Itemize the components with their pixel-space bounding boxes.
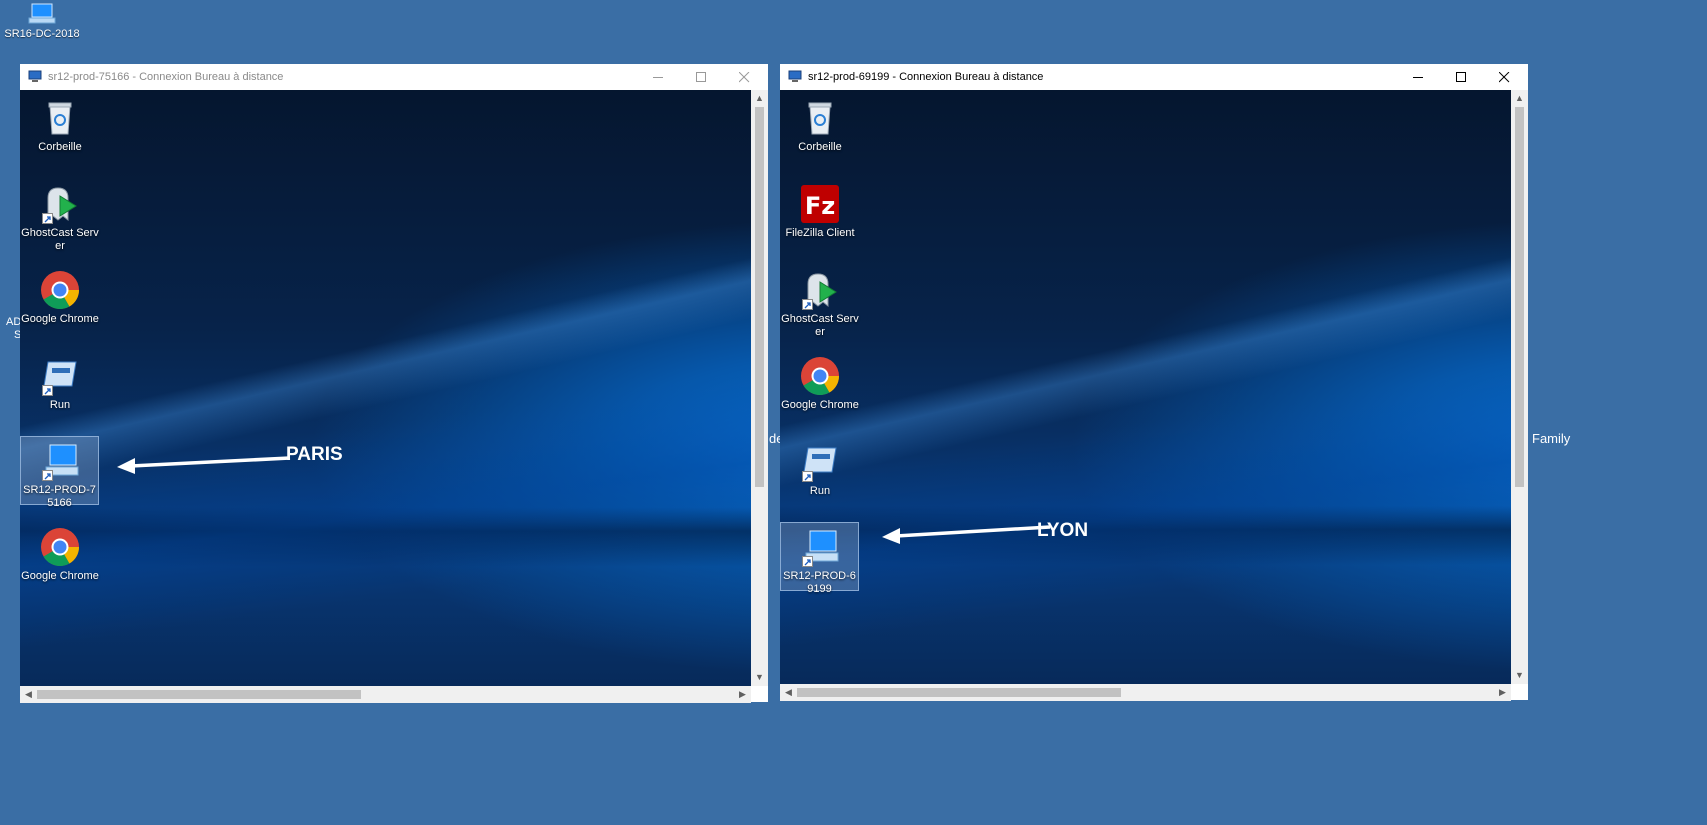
window-titlebar[interactable]: sr12-prod-69199 - Connexion Bureau à dis… bbox=[780, 64, 1528, 90]
vertical-scrollbar[interactable]: ▲ ▼ bbox=[1511, 90, 1528, 684]
desktop-icon-label: SR12-PROD-75166 bbox=[23, 484, 96, 509]
desktop-icon-label: Corbeille bbox=[38, 141, 82, 153]
desktop-icon-label: Corbeille bbox=[798, 141, 842, 153]
scroll-left-icon[interactable]: ◀ bbox=[20, 686, 37, 703]
desktop-icon-google-chrome[interactable]: Google Chrome bbox=[20, 270, 100, 326]
desktop-icon-label: Run bbox=[809, 485, 831, 497]
desktop-icon-label: GhostCast Server bbox=[21, 227, 99, 252]
desktop-icon-label: Google Chrome bbox=[21, 570, 99, 582]
rdp-window-sr12-prod-75166[interactable]: sr12-prod-75166 - Connexion Bureau à dis… bbox=[20, 64, 768, 703]
host-desktop-text-fragment: AD bbox=[6, 316, 22, 328]
computer-icon bbox=[800, 527, 840, 567]
desktop-icon-label: FileZilla Client bbox=[785, 227, 855, 239]
rdp-window-sr12-prod-69199[interactable]: sr12-prod-69199 - Connexion Bureau à dis… bbox=[780, 64, 1528, 701]
recycle-bin-icon bbox=[40, 98, 80, 138]
svg-text:Fz: Fz bbox=[805, 192, 835, 220]
callout-label-paris: PARIS bbox=[286, 444, 343, 465]
maximize-button[interactable] bbox=[680, 64, 723, 90]
desktop-icon-ghostcast-server[interactable]: GhostCast Server bbox=[20, 184, 100, 253]
remote-desktop-area[interactable]: Corbeille Fz FileZilla Client GhostCast … bbox=[780, 90, 1511, 684]
ghostcast-icon bbox=[800, 270, 840, 310]
minimize-icon bbox=[1413, 77, 1423, 78]
desktop-icon-sr12-prod-69199[interactable]: SR12-PROD-69199 bbox=[780, 522, 859, 595]
arrow-pointer-icon bbox=[117, 456, 291, 474]
desktop-icon-recycle-bin[interactable]: Corbeille bbox=[20, 98, 100, 154]
shortcut-arrow-icon bbox=[802, 471, 813, 482]
scroll-left-icon[interactable]: ◀ bbox=[780, 684, 797, 701]
scroll-right-icon[interactable]: ▶ bbox=[734, 686, 751, 703]
close-button[interactable] bbox=[723, 64, 766, 90]
shortcut-arrow-icon bbox=[42, 385, 53, 396]
shortcut-arrow-icon bbox=[42, 213, 53, 224]
host-desktop-text-fragment: Family bbox=[1532, 431, 1571, 446]
computer-icon bbox=[40, 441, 80, 481]
scroll-up-icon[interactable]: ▲ bbox=[751, 90, 768, 107]
horizontal-scrollbar[interactable]: ◀ ▶ bbox=[20, 686, 751, 703]
window-title: sr12-prod-75166 - Connexion Bureau à dis… bbox=[48, 71, 284, 83]
minimize-button[interactable] bbox=[1397, 64, 1440, 90]
run-icon bbox=[800, 442, 840, 482]
close-icon bbox=[1499, 72, 1510, 83]
desktop-icon-sr12-prod-75166[interactable]: SR12-PROD-75166 bbox=[20, 436, 99, 509]
ghostcast-icon bbox=[40, 184, 80, 224]
remote-desktop-icon bbox=[788, 70, 802, 83]
scrollbar-thumb[interactable] bbox=[755, 107, 764, 487]
minimize-icon bbox=[653, 77, 663, 78]
maximize-button[interactable] bbox=[1440, 64, 1483, 90]
scroll-down-icon[interactable]: ▼ bbox=[751, 669, 768, 686]
window-titlebar[interactable]: sr12-prod-75166 - Connexion Bureau à dis… bbox=[20, 64, 768, 90]
scrollbar-thumb[interactable] bbox=[1515, 107, 1524, 487]
maximize-icon bbox=[696, 72, 706, 82]
shortcut-arrow-icon bbox=[801, 556, 813, 567]
vertical-scrollbar[interactable]: ▲ ▼ bbox=[751, 90, 768, 686]
scroll-up-icon[interactable]: ▲ bbox=[1511, 90, 1528, 107]
close-button[interactable] bbox=[1483, 64, 1526, 90]
scroll-down-icon[interactable]: ▼ bbox=[1511, 667, 1528, 684]
desktop-icon-label: GhostCast Server bbox=[781, 313, 859, 338]
run-icon bbox=[40, 356, 80, 396]
scrollbar-thumb[interactable] bbox=[797, 688, 1121, 697]
desktop-icon-label: Google Chrome bbox=[781, 399, 859, 411]
chrome-icon bbox=[40, 527, 80, 567]
window-title: sr12-prod-69199 - Connexion Bureau à dis… bbox=[808, 71, 1044, 83]
computer-icon bbox=[27, 2, 57, 26]
close-icon bbox=[739, 72, 750, 83]
minimize-button[interactable] bbox=[637, 64, 680, 90]
desktop-icon-run[interactable]: Run bbox=[780, 442, 860, 498]
remote-desktop-icon bbox=[28, 70, 42, 83]
desktop-icon-label: Google Chrome bbox=[21, 313, 99, 325]
chrome-icon bbox=[800, 356, 840, 396]
desktop-icon-label: SR12-PROD-69199 bbox=[783, 570, 856, 595]
remote-desktop-area[interactable]: Corbeille GhostCast Server Google Chrome… bbox=[20, 90, 751, 686]
desktop-icon-google-chrome[interactable]: Google Chrome bbox=[20, 527, 100, 583]
desktop-icon-label: Run bbox=[49, 399, 71, 411]
maximize-icon bbox=[1456, 72, 1466, 82]
callout-label-lyon: LYON bbox=[1037, 520, 1089, 541]
recycle-bin-icon bbox=[800, 98, 840, 138]
filezilla-icon: Fz bbox=[800, 184, 840, 224]
desktop-icon-run[interactable]: Run bbox=[20, 356, 100, 412]
desktop-icon-google-chrome[interactable]: Google Chrome bbox=[780, 356, 860, 412]
horizontal-scrollbar[interactable]: ◀ ▶ bbox=[780, 684, 1511, 701]
scroll-right-icon[interactable]: ▶ bbox=[1494, 684, 1511, 701]
desktop-icon-filezilla-client[interactable]: Fz FileZilla Client bbox=[780, 184, 860, 240]
desktop-icon-recycle-bin[interactable]: Corbeille bbox=[780, 98, 860, 154]
shortcut-arrow-icon bbox=[802, 299, 813, 310]
shortcut-arrow-icon bbox=[41, 470, 53, 481]
chrome-icon bbox=[40, 270, 80, 310]
desktop-icon-ghostcast-server[interactable]: GhostCast Server bbox=[780, 270, 860, 339]
arrow-pointer-icon bbox=[882, 525, 1051, 544]
host-icon-label: SR16-DC-2018 bbox=[4, 28, 80, 40]
scrollbar-thumb[interactable] bbox=[37, 690, 361, 699]
host-desktop-icon-sr16-dc-2018[interactable]: SR16-DC-2018 bbox=[0, 0, 84, 40]
